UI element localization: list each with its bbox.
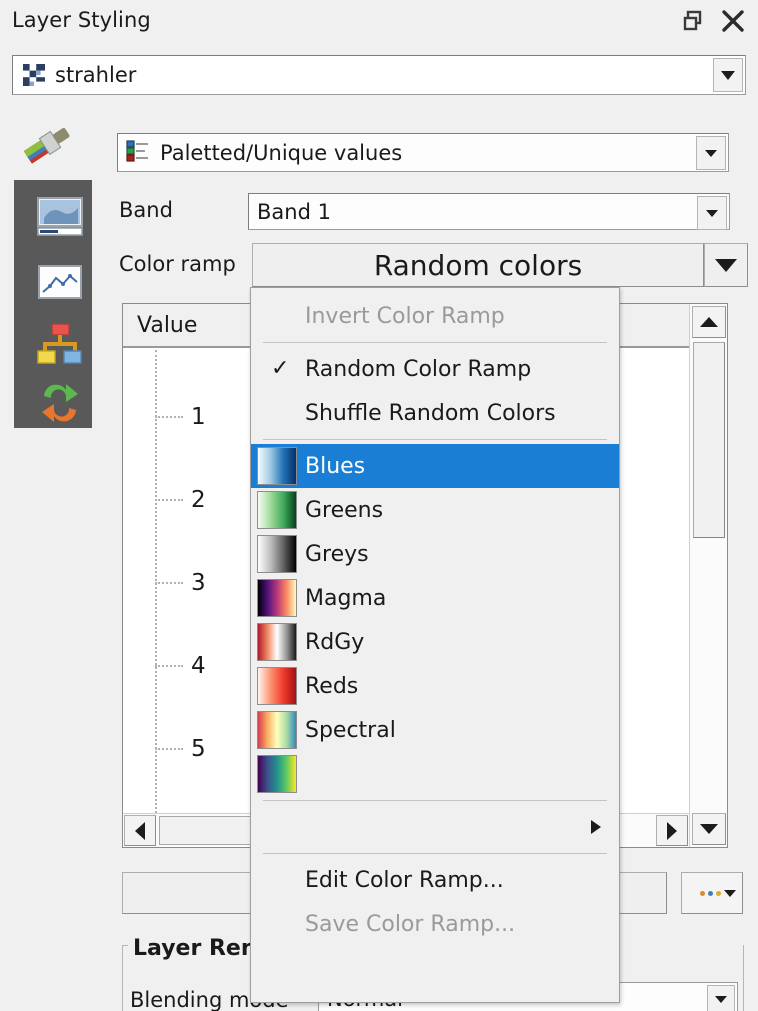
- sidebar-item-transparency[interactable]: [34, 192, 86, 244]
- color-ramp-swatch-rdgy: [257, 623, 297, 661]
- band-combo[interactable]: Band 1: [248, 193, 730, 230]
- menu-item-ramp-greys[interactable]: Greys: [251, 532, 619, 576]
- sidebar-item-history[interactable]: [34, 376, 86, 428]
- scroll-up-arrow-icon[interactable]: [692, 306, 726, 338]
- submenu-arrow-icon: [591, 820, 601, 834]
- band-label: Band: [119, 198, 173, 222]
- tree-branch-icon: [155, 582, 183, 584]
- menu-item-label: Magma: [305, 585, 387, 611]
- cell-value: 1: [191, 404, 206, 430]
- menu-item-ramp-magma[interactable]: Magma: [251, 576, 619, 620]
- sidebar-item-symbology[interactable]: [18, 120, 74, 170]
- menu-item-label: Shuffle Random Colors: [305, 400, 556, 426]
- menu-separator: [263, 439, 607, 440]
- tree-branch-icon: [155, 416, 183, 418]
- sidebar-item-histogram[interactable]: [34, 256, 86, 308]
- menu-item-shuffle-random-colors[interactable]: Shuffle Random Colors: [251, 391, 619, 435]
- menu-item-random-color-ramp[interactable]: ✓ Random Color Ramp: [251, 347, 619, 391]
- raster-layer-icon: [23, 64, 45, 86]
- menu-item-label: Edit Color Ramp...: [305, 867, 504, 893]
- color-ramp-label: Color ramp: [119, 252, 236, 276]
- tree-branch-icon: [155, 665, 183, 667]
- menu-item-label: Greys: [305, 541, 369, 567]
- ellipsis-icon: [700, 890, 721, 896]
- menu-separator: [263, 800, 607, 801]
- vertical-scrollbar-thumb[interactable]: [693, 342, 725, 538]
- float-window-icon[interactable]: [676, 4, 710, 38]
- cell-value: 4: [191, 653, 206, 679]
- sidebar-item-pyramids[interactable]: [34, 320, 86, 372]
- color-ramp-swatch-magma: [257, 579, 297, 617]
- menu-item-ramp-blues[interactable]: Blues: [251, 444, 619, 488]
- menu-item-label: RdGy: [305, 629, 365, 655]
- chevron-down-icon: [724, 889, 736, 897]
- menu-item-label: Invert Color Ramp: [305, 303, 505, 329]
- menu-item-label: Random Color Ramp: [305, 356, 532, 382]
- color-ramp-button[interactable]: Random colors: [252, 243, 704, 287]
- cell-value: 2: [191, 487, 206, 513]
- table-row[interactable]: 3: [155, 568, 206, 598]
- cell-value: 3: [191, 570, 206, 596]
- menu-item-create-new-color-ramp[interactable]: Edit Color Ramp...: [251, 858, 619, 902]
- advanced-options-button[interactable]: [681, 872, 743, 914]
- color-ramp-swatch-spectral: [257, 711, 297, 749]
- renderer-combo-chevron-down-icon[interactable]: [696, 136, 726, 170]
- menu-item-label: Spectral: [305, 717, 396, 743]
- menu-item-label: Blues: [305, 453, 366, 479]
- menu-item-ramp-reds[interactable]: Reds: [251, 664, 619, 708]
- menu-item-invert-color-ramp: Invert Color Ramp: [251, 294, 619, 338]
- menu-item-save-color-ramp: [251, 946, 619, 990]
- column-header-value: Value: [137, 313, 198, 338]
- menu-item-ramp-spectral[interactable]: Spectral: [251, 708, 619, 752]
- menu-item-label: Save Color Ramp...: [305, 911, 516, 937]
- table-row[interactable]: 4: [155, 651, 206, 681]
- table-row[interactable]: 1: [155, 402, 206, 432]
- scroll-left-arrow-icon[interactable]: [124, 815, 156, 846]
- menu-separator: [263, 342, 607, 343]
- band-value: Band 1: [257, 199, 331, 224]
- renderer-type-label: Paletted/Unique values: [160, 140, 403, 165]
- color-ramp-swatch-greens: [257, 491, 297, 529]
- page-title: Layer Styling: [12, 8, 151, 32]
- tree-branch-icon: [155, 748, 183, 750]
- menu-item-ramp-greens[interactable]: Greens: [251, 488, 619, 532]
- color-ramp-swatch-reds: [257, 667, 297, 705]
- band-combo-chevron-down-icon[interactable]: [697, 196, 727, 230]
- color-ramp-menu: Invert Color Ramp ✓ Random Color Ramp Sh…: [250, 287, 620, 1003]
- menu-item-ramp-rdgy[interactable]: RdGy: [251, 620, 619, 664]
- color-ramp-swatch-greys: [257, 535, 297, 573]
- renderer-type-combo[interactable]: Paletted/Unique values: [117, 133, 729, 172]
- sidebar-icon-rail: [14, 180, 92, 428]
- menu-item-ramp-viridis[interactable]: [251, 752, 619, 796]
- scroll-right-arrow-icon[interactable]: [656, 815, 688, 846]
- menu-item-all-color-ramps[interactable]: [251, 805, 619, 849]
- layer-styling-panel: Layer Styling strahler Paletted/Unique v…: [0, 0, 758, 1011]
- scroll-down-arrow-icon[interactable]: [692, 813, 726, 845]
- layer-name-label: strahler: [55, 63, 137, 87]
- layer-selector-combo[interactable]: strahler: [12, 55, 746, 95]
- color-ramp-swatch-viridis: [257, 755, 297, 793]
- color-ramp-chevron-down-icon[interactable]: [704, 243, 748, 287]
- cell-value: 5: [191, 736, 206, 762]
- table-row[interactable]: 5: [155, 734, 206, 764]
- checkmark-icon: ✓: [271, 356, 290, 381]
- menu-item-label: Reds: [305, 673, 359, 699]
- paletted-unique-values-icon: [126, 139, 150, 167]
- menu-item-edit-color-ramp: Save Color Ramp...: [251, 902, 619, 946]
- tree-branch-icon: [155, 499, 183, 501]
- blending-mode-chevron-down-icon[interactable]: [707, 985, 735, 1011]
- menu-item-label: Greens: [305, 497, 384, 523]
- table-vertical-scrollbar[interactable]: [689, 304, 727, 847]
- color-ramp-swatch-blues: [257, 447, 297, 485]
- layer-selector-chevron-down-icon[interactable]: [713, 58, 743, 92]
- menu-separator: [263, 853, 607, 854]
- panel-titlebar: Layer Styling: [0, 0, 758, 45]
- table-row[interactable]: 2: [155, 485, 206, 515]
- close-icon[interactable]: [716, 4, 750, 38]
